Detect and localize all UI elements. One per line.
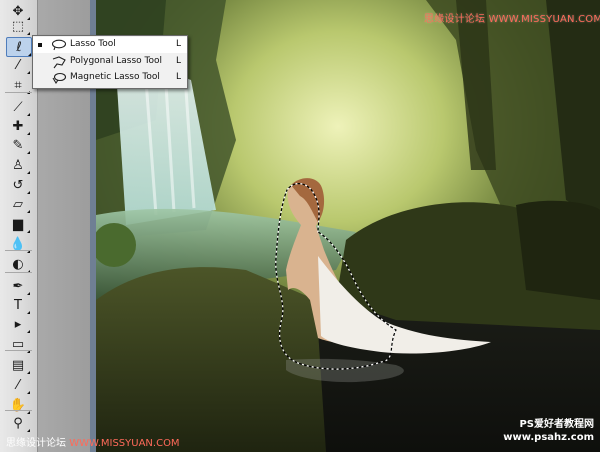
path-selection-icon: ▸	[14, 316, 22, 332]
polygonal-lasso-icon	[51, 55, 67, 69]
healing-brush-tool-button[interactable]: ✚	[6, 117, 30, 135]
watermark-bottom-left: 思缘设计论坛 WWW.MISSYUAN.COM	[6, 434, 180, 449]
toolbar-divider	[5, 92, 32, 93]
marquee-tool-button[interactable]: ⬚	[6, 17, 30, 35]
flyout-indicator	[27, 32, 30, 35]
eraser-icon: ▱	[13, 196, 23, 212]
hand-tool-button[interactable]: ✋	[6, 396, 30, 414]
watermark-cn: 思缘设计论坛	[6, 438, 70, 449]
healing-brush-icon: ✚	[12, 118, 24, 134]
menu-item-shortcut: L	[175, 72, 181, 82]
lasso-tool-flyout-menu: Lasso Tool L Polygonal Lasso Tool L Magn…	[32, 35, 188, 89]
magic-wand-tool-button[interactable]: ⁄	[6, 56, 30, 74]
lasso-icon	[51, 38, 67, 52]
eyedropper-tool-button[interactable]: ⁄	[6, 376, 30, 394]
magic-wand-icon: ⁄	[16, 57, 20, 73]
watermark-top: 思缘设计论坛 WWW.MISSYUAN.COM	[424, 14, 600, 25]
flyout-indicator	[27, 391, 30, 394]
crop-icon: ⌗	[14, 77, 22, 93]
menu-item-magnetic-lasso-tool[interactable]: Magnetic Lasso Tool L	[33, 70, 187, 86]
pen-icon: ✒	[12, 278, 24, 294]
watermark-site-url: www.psahz.com	[503, 432, 594, 443]
flyout-indicator	[27, 132, 30, 135]
gradient-icon: ▆	[13, 216, 23, 232]
lasso-icon: ℓ	[16, 39, 22, 55]
zoom-tool-button[interactable]: ⚲	[6, 414, 30, 432]
toolbar-divider	[5, 410, 32, 411]
blur-icon: 💧	[9, 236, 27, 252]
shape-icon: ▭	[11, 336, 25, 352]
menu-item-shortcut: L	[175, 56, 181, 66]
flyout-indicator	[27, 71, 30, 74]
dodge-icon: ◐	[12, 256, 24, 272]
flyout-indicator	[27, 210, 30, 213]
menu-item-polygonal-lasso-tool[interactable]: Polygonal Lasso Tool L	[33, 54, 187, 70]
history-brush-icon: ↺	[12, 177, 24, 193]
dodge-tool-button[interactable]: ◐	[6, 255, 30, 273]
clone-stamp-tool-button[interactable]: ♙	[6, 156, 30, 174]
flyout-indicator	[27, 171, 30, 174]
brush-icon: ✎	[12, 137, 24, 153]
flyout-indicator	[27, 371, 30, 374]
clone-stamp-icon: ♙	[12, 157, 24, 173]
path-selection-tool-button[interactable]: ▸	[6, 315, 30, 333]
flyout-indicator	[27, 330, 30, 333]
zoom-icon: ⚲	[13, 415, 23, 431]
menu-item-label: Magnetic Lasso Tool	[70, 72, 160, 82]
selected-indicator	[38, 43, 42, 47]
toolbar-divider	[5, 272, 32, 273]
watermark-url: WWW.MISSYUAN.COM	[69, 438, 180, 449]
eraser-tool-button[interactable]: ▱	[6, 195, 30, 213]
menu-item-label: Lasso Tool	[70, 39, 116, 49]
flyout-indicator	[27, 311, 30, 314]
watermark-site-name: PS爱好者教程网	[519, 419, 594, 430]
flyout-indicator	[27, 429, 30, 432]
brush-tool-button[interactable]: ✎	[6, 136, 30, 154]
type-tool-button[interactable]: T	[6, 296, 30, 314]
eyedropper-icon: ⁄	[16, 377, 20, 393]
menu-item-shortcut: L	[175, 39, 181, 49]
flyout-indicator	[27, 151, 30, 154]
flyout-indicator	[27, 292, 30, 295]
flyout-indicator	[27, 230, 30, 233]
menu-item-label: Polygonal Lasso Tool	[70, 56, 162, 66]
slice-tool-button[interactable]: ⟋	[6, 98, 30, 116]
watermark-bottom-right: PS爱好者教程网 www.psahz.com	[503, 418, 594, 444]
toolbar-divider	[5, 250, 32, 251]
flyout-indicator	[27, 191, 30, 194]
notes-icon: ▤	[11, 357, 25, 373]
pen-tool-button[interactable]: ✒	[6, 277, 30, 295]
lasso-tool-button[interactable]: ℓ	[6, 37, 32, 57]
notes-tool-button[interactable]: ▤	[6, 356, 30, 374]
menu-item-lasso-tool[interactable]: Lasso Tool L	[33, 37, 187, 53]
marquee-icon: ⬚	[11, 18, 25, 34]
toolbar-divider	[5, 350, 32, 351]
gradient-tool-button[interactable]: ▆	[6, 215, 30, 233]
history-brush-tool-button[interactable]: ↺	[6, 176, 30, 194]
slice-icon: ⟋	[13, 99, 23, 115]
type-icon: T	[14, 297, 22, 313]
flyout-indicator	[27, 113, 30, 116]
magnetic-lasso-icon	[51, 71, 67, 85]
move-icon: ✥	[12, 3, 24, 19]
